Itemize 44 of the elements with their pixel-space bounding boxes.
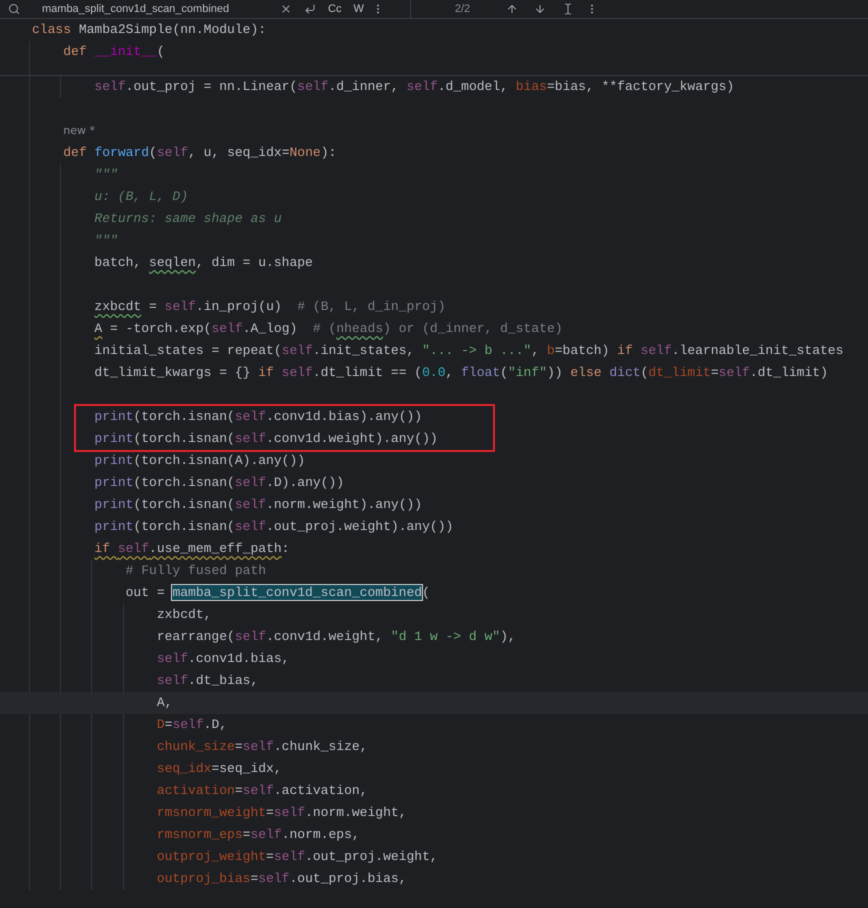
- newline-icon[interactable]: [304, 3, 316, 15]
- previous-match-icon[interactable]: [506, 3, 518, 15]
- code-line: # Fully fused path: [124, 562, 268, 580]
- code-line: print(torch.isnan(self.conv1d.weight).any()): [93, 430, 439, 448]
- search-option-toggle[interactable]: Cc: [328, 0, 342, 18]
- code-line: rearrange(self.conv1d.weight, "d 1 w -> d w"),: [156, 628, 517, 646]
- code-line: outproj_bias=self.out_proj.bias,: [156, 870, 408, 888]
- code-line: rmsnorm_eps=self.norm.eps,: [156, 826, 361, 844]
- code-line: def forward(self, u, seq_idx=None):: [62, 144, 338, 162]
- code-line: seq_idx=seq_idx,: [156, 760, 283, 778]
- code-line: """: [93, 166, 119, 184]
- code-line: outproj_weight=self.out_proj.weight,: [156, 848, 439, 866]
- code-line: u: (B, L, D): [93, 188, 190, 206]
- code-line: print(torch.isnan(self.D).any()): [93, 474, 346, 492]
- code-line: self.conv1d.bias,: [156, 650, 290, 668]
- code-line: """: [93, 232, 119, 250]
- search-icon[interactable]: [8, 3, 20, 15]
- code-line: rmsnorm_weight=self.norm.weight,: [156, 804, 408, 822]
- code-line: self.out_proj = nn.Linear(self.d_inner, self.d_model, bias=bias, **factory_kwargs): [93, 78, 736, 96]
- match-count: 2/2: [454, 2, 470, 17]
- code-line: activation=self.activation,: [156, 782, 368, 800]
- code-line: self.dt_bias,: [156, 672, 260, 690]
- code-line: class Mamba2Simple(nn.Module):: [31, 21, 268, 39]
- close-icon[interactable]: [280, 3, 292, 15]
- code-line: D=self.D,: [156, 716, 228, 734]
- code-line: print(torch.isnan(self.norm.weight).any()): [93, 496, 424, 514]
- code-line: chunk_size=self.chunk_size,: [156, 738, 368, 756]
- code-line: def __init__(: [62, 43, 166, 61]
- code-line: Returns: same shape as u: [93, 210, 283, 228]
- code-line: zxbcdt,: [156, 606, 212, 624]
- code-line: zxbcdt = self.in_proj(u) # (B, L, d_in_proj): [93, 298, 447, 316]
- search-option-toggle[interactable]: W: [353, 0, 364, 18]
- code-line: initial_states = repeat(self.init_states, "... -> b ...", b=batch) if self.learnable_init_states: [93, 342, 844, 360]
- code-line: print(torch.isnan(A).any()): [93, 452, 306, 470]
- search-field[interactable]: mamba_split_conv1d_scan_combined: [42, 0, 272, 18]
- code-line: if self.use_mem_eff_path:: [93, 540, 290, 558]
- code-line: batch, seqlen, dim = u.shape: [93, 254, 314, 272]
- inlay-hint: new *: [63, 124, 95, 138]
- code-line: out = mamba_split_conv1d_scan_combined(: [124, 584, 431, 602]
- code-line: A = -torch.exp(self.A_log) # (nheads) or (d_inner, d_state): [93, 320, 564, 338]
- next-match-icon[interactable]: [534, 3, 546, 15]
- code-line: dt_limit_kwargs = {} if self.dt_limit == (0.0, float("inf")) else dict(dt_limit=self.dt_limit): [93, 364, 829, 382]
- code-line: print(torch.isnan(self.out_proj.weight).any()): [93, 518, 454, 536]
- code-line: print(torch.isnan(self.conv1d.bias).any()): [93, 408, 424, 426]
